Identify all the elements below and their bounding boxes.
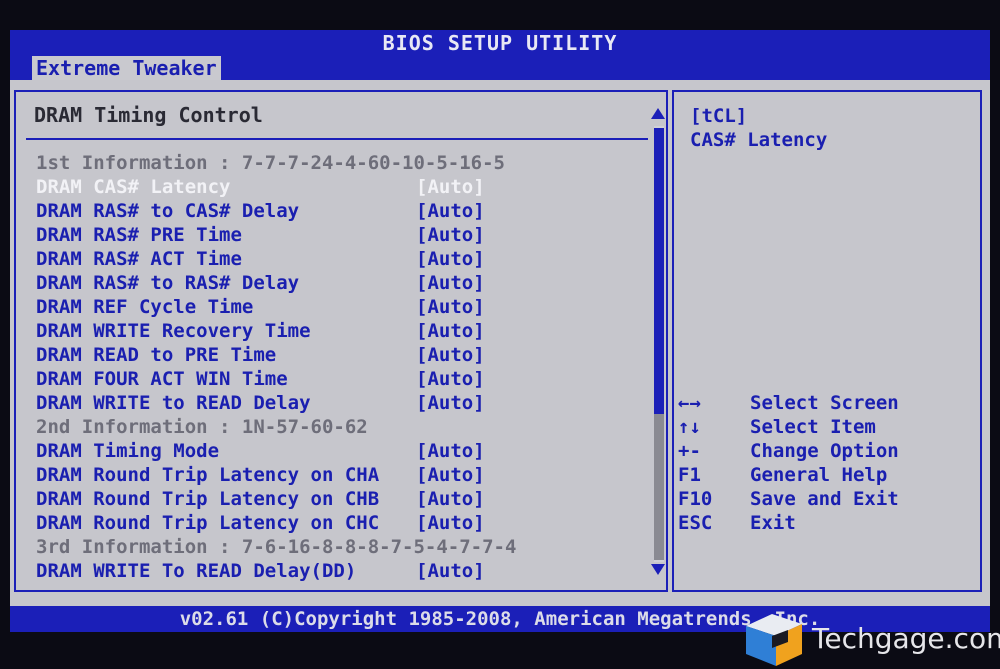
setting-row-rtl-cha[interactable]: DRAM Round Trip Latency on CHA [Auto] bbox=[36, 463, 485, 487]
row-label: DRAM CAS# Latency bbox=[36, 176, 231, 198]
key-legend-exit: ESC Exit bbox=[678, 511, 978, 535]
key-label: ESC bbox=[678, 512, 713, 534]
setting-row-write-to-read[interactable]: DRAM WRITE to READ Delay [Auto] bbox=[36, 391, 485, 415]
row-value[interactable]: [Auto] bbox=[416, 439, 485, 463]
row-value[interactable]: [Auto] bbox=[416, 295, 485, 319]
section-divider bbox=[26, 138, 648, 140]
setting-row-timing-mode[interactable]: DRAM Timing Mode [Auto] bbox=[36, 439, 485, 463]
key-legend-select-item: ↑↓ Select Item bbox=[678, 415, 978, 439]
row-value[interactable]: [Auto] bbox=[416, 199, 485, 223]
scroll-down-arrow-icon[interactable] bbox=[651, 564, 665, 575]
row-label: DRAM RAS# to RAS# Delay bbox=[36, 272, 300, 294]
bios-screen: BIOS SETUP UTILITY Extreme Tweaker DRAM … bbox=[0, 0, 1000, 669]
row-label: DRAM Round Trip Latency on CHB bbox=[36, 488, 380, 510]
row-label: DRAM RAS# ACT Time bbox=[36, 248, 242, 270]
help-item-code: [tCL] bbox=[690, 105, 748, 127]
menu-bar: Extreme Tweaker bbox=[10, 54, 990, 80]
row-value[interactable]: [Auto] bbox=[416, 319, 485, 343]
left-right-arrows-icon: ←→ bbox=[678, 392, 701, 414]
row-value[interactable]: [Auto] bbox=[416, 223, 485, 247]
row-label: DRAM WRITE Recovery Time bbox=[36, 320, 311, 342]
row-value[interactable]: [Auto] bbox=[416, 511, 485, 535]
row-label: DRAM FOUR ACT WIN Time bbox=[36, 368, 288, 390]
info-row-2nd: 2nd Information : 1N-57-60-62 bbox=[36, 415, 368, 439]
setting-row-write-to-read-dd[interactable]: DRAM WRITE To READ Delay(DD) [Auto] bbox=[36, 559, 485, 583]
setting-row-write-recovery[interactable]: DRAM WRITE Recovery Time [Auto] bbox=[36, 319, 485, 343]
info-row-3rd: 3rd Information : 7-6-16-8-8-8-7-5-4-7-7… bbox=[36, 535, 516, 559]
row-value[interactable]: [Auto] bbox=[416, 271, 485, 295]
row-label: DRAM RAS# to CAS# Delay bbox=[36, 200, 300, 222]
row-value[interactable]: [Auto] bbox=[416, 343, 485, 367]
setting-row-ras-to-cas[interactable]: DRAM RAS# to CAS# Delay [Auto] bbox=[36, 199, 485, 223]
key-description: Save and Exit bbox=[750, 488, 899, 510]
row-label: DRAM Timing Mode bbox=[36, 440, 220, 462]
row-label: 1st Information : 7-7-7-24-4-60-10-5-16-… bbox=[36, 152, 505, 174]
scrollbar-thumb[interactable] bbox=[654, 128, 664, 414]
row-value[interactable]: [Auto] bbox=[416, 559, 485, 583]
key-legend-change-option: +- Change Option bbox=[678, 439, 978, 463]
row-label: DRAM Round Trip Latency on CHA bbox=[36, 464, 380, 486]
key-description: Exit bbox=[750, 512, 796, 534]
techgage-logo-icon bbox=[746, 614, 802, 666]
tab-extreme-tweaker[interactable]: Extreme Tweaker bbox=[32, 56, 221, 80]
row-value[interactable]: [Auto] bbox=[416, 463, 485, 487]
row-label: 2nd Information : 1N-57-60-62 bbox=[36, 416, 368, 438]
row-label: DRAM Round Trip Latency on CHC bbox=[36, 512, 380, 534]
scrollbar-lower-track[interactable] bbox=[654, 414, 664, 560]
key-description: General Help bbox=[750, 464, 888, 486]
help-item-description: CAS# Latency bbox=[690, 129, 828, 151]
key-label: F10 bbox=[678, 488, 713, 510]
setting-row-rtl-chc[interactable]: DRAM Round Trip Latency on CHC [Auto] bbox=[36, 511, 485, 535]
key-description: Select Item bbox=[750, 416, 876, 438]
key-description: Select Screen bbox=[750, 392, 899, 414]
watermark-text: Techgage.com bbox=[812, 622, 1000, 655]
row-label: DRAM WRITE To READ Delay(DD) bbox=[36, 560, 357, 582]
setting-row-ras-pre[interactable]: DRAM RAS# PRE Time [Auto] bbox=[36, 223, 485, 247]
row-value[interactable]: [Auto] bbox=[416, 175, 485, 199]
window-title: BIOS SETUP UTILITY bbox=[10, 30, 990, 55]
up-down-arrows-icon: ↑↓ bbox=[678, 416, 701, 438]
row-value[interactable]: [Auto] bbox=[416, 487, 485, 511]
row-label: DRAM READ to PRE Time bbox=[36, 344, 277, 366]
key-legend-save-exit: F10 Save and Exit bbox=[678, 487, 978, 511]
key-legend-general-help: F1 General Help bbox=[678, 463, 978, 487]
setting-row-ref-cycle[interactable]: DRAM REF Cycle Time [Auto] bbox=[36, 295, 485, 319]
scroll-up-arrow-icon[interactable] bbox=[651, 108, 665, 119]
info-row-1st: 1st Information : 7-7-7-24-4-60-10-5-16-… bbox=[36, 151, 505, 175]
row-label: DRAM WRITE to READ Delay bbox=[36, 392, 311, 414]
setting-row-cas-latency[interactable]: DRAM CAS# Latency [Auto] bbox=[36, 175, 485, 199]
row-label: 3rd Information : 7-6-16-8-8-8-7-5-4-7-7… bbox=[36, 536, 517, 558]
key-label: +- bbox=[678, 440, 701, 462]
row-label: DRAM RAS# PRE Time bbox=[36, 224, 242, 246]
setting-row-four-act-win[interactable]: DRAM FOUR ACT WIN Time [Auto] bbox=[36, 367, 485, 391]
setting-row-ras-to-ras[interactable]: DRAM RAS# to RAS# Delay [Auto] bbox=[36, 271, 485, 295]
key-label: F1 bbox=[678, 464, 701, 486]
setting-row-rtl-chb[interactable]: DRAM Round Trip Latency on CHB [Auto] bbox=[36, 487, 485, 511]
section-title: DRAM Timing Control bbox=[34, 103, 263, 127]
key-description: Change Option bbox=[750, 440, 899, 462]
row-label: DRAM REF Cycle Time bbox=[36, 296, 254, 318]
setting-row-ras-act[interactable]: DRAM RAS# ACT Time [Auto] bbox=[36, 247, 485, 271]
row-value[interactable]: [Auto] bbox=[416, 247, 485, 271]
key-legend-select-screen: ←→ Select Screen bbox=[678, 391, 978, 415]
row-value[interactable]: [Auto] bbox=[416, 391, 485, 415]
row-value[interactable]: [Auto] bbox=[416, 367, 485, 391]
setting-row-read-to-pre[interactable]: DRAM READ to PRE Time [Auto] bbox=[36, 343, 485, 367]
